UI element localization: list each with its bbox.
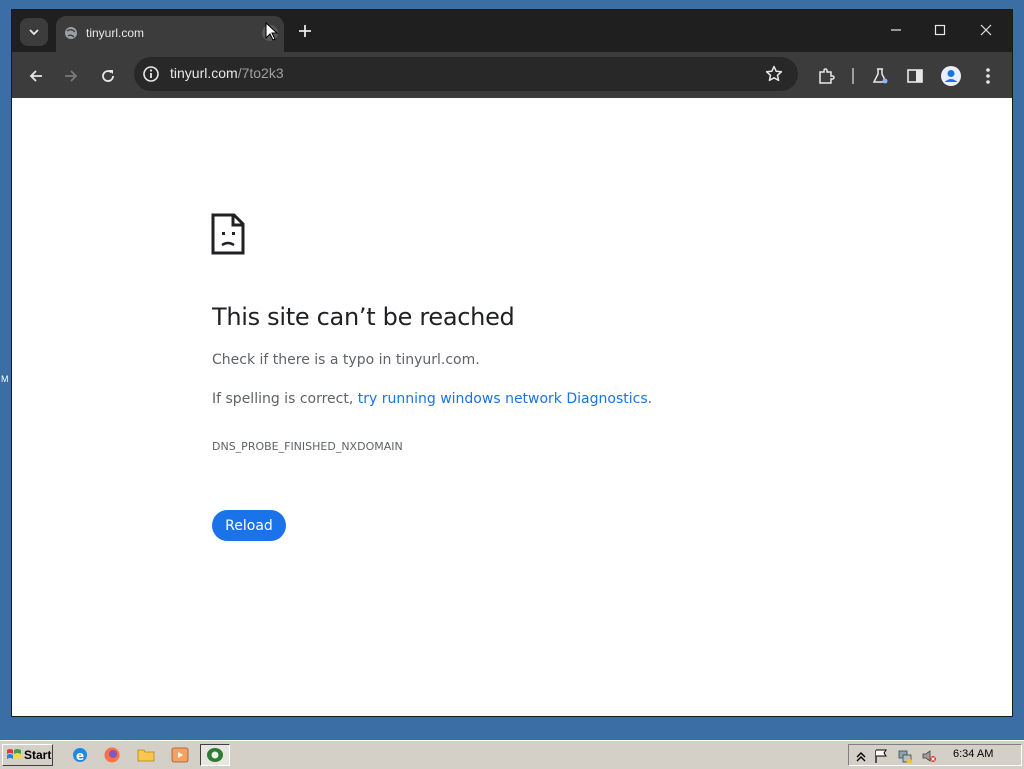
error-code: DNS_PROBE_FINISHED_NXDOMAIN [212,440,403,453]
toolbar-separator [852,68,854,84]
page-content: This site can’t be reached Check if ther… [12,98,1012,716]
network-icon[interactable] [897,748,913,764]
address-host: tinyurl.com [170,65,238,81]
arrow-right-icon [65,70,78,82]
mouse-cursor-icon [265,22,279,41]
star-icon[interactable] [764,64,784,84]
close-window-button[interactable] [968,18,1004,42]
media-player-icon[interactable] [171,746,189,764]
error-title: This site can’t be reached [212,303,515,331]
maximize-icon [934,24,946,36]
taskbar: Start e 6:34 AM [0,740,1024,769]
plus-icon [299,25,311,37]
side-panel-icon [907,69,923,83]
svg-text:e: e [76,749,84,763]
tab-active[interactable]: tinyurl.com [56,16,284,52]
forward-button[interactable] [58,63,84,89]
desktop-edge-label: M [1,374,9,384]
refresh-icon [102,70,114,82]
new-tab-button[interactable] [294,20,316,42]
volume-muted-icon[interactable] [921,748,937,764]
more-vert-icon [986,68,990,84]
maximize-button[interactable] [922,18,958,42]
taskbar-chrome-window[interactable] [200,744,230,766]
labs-button[interactable] [867,63,893,89]
tab-strip: tinyurl.com [12,10,1012,52]
start-label: Start [24,748,52,762]
profile-button[interactable] [938,63,964,89]
address-path: /7to2k3 [237,65,284,81]
sad-page-icon [211,213,245,255]
diagnostics-prefix: If spelling is correct, [212,391,358,407]
flag-icon[interactable] [873,748,889,764]
back-button[interactable] [23,63,49,89]
windows-logo-icon [7,749,21,759]
minimize-icon [891,29,901,31]
browser-toolbar: tinyurl.com/7to2k3 [12,52,1012,99]
chevron-down-icon [29,29,39,36]
tab-title: tinyurl.com [86,26,145,40]
tab-search-button[interactable] [20,18,48,46]
flask-icon [872,68,888,84]
menu-button[interactable] [975,63,1001,89]
globe-icon [65,27,77,39]
reload-toolbar-button[interactable] [95,63,121,89]
info-icon[interactable] [142,65,160,83]
close-icon [980,24,992,36]
show-hidden-icons-icon[interactable] [853,748,869,764]
system-tray: 6:34 AM [848,744,1022,766]
clock[interactable]: 6:34 AM [953,748,993,760]
extensions-button[interactable] [813,63,839,89]
arrow-left-icon [29,70,42,82]
side-panel-button[interactable] [902,63,928,89]
address-url: tinyurl.com/7to2k3 [170,65,284,81]
address-bar[interactable]: tinyurl.com/7to2k3 [134,57,798,91]
avatar-icon [941,66,961,86]
ie-icon[interactable]: e [71,746,89,764]
diagnostics-suffix: . [647,391,653,407]
folder-icon[interactable] [137,746,155,764]
browser-window: tinyurl.com tinyurl.com/7to2k3 This site… [12,10,1012,716]
chrome-task-icon [207,748,223,762]
error-diagnostics-hint: If spelling is correct, try running wind… [212,391,652,407]
diagnostics-link[interactable]: try running windows network Diagnostics [358,391,648,407]
minimize-button[interactable] [878,18,914,42]
error-typo-hint: Check if there is a typo in tinyurl.com. [212,352,480,368]
start-button[interactable]: Start [2,744,53,766]
firefox-icon[interactable] [103,746,121,764]
puzzle-icon [819,68,835,84]
reload-button[interactable]: Reload [212,510,286,541]
